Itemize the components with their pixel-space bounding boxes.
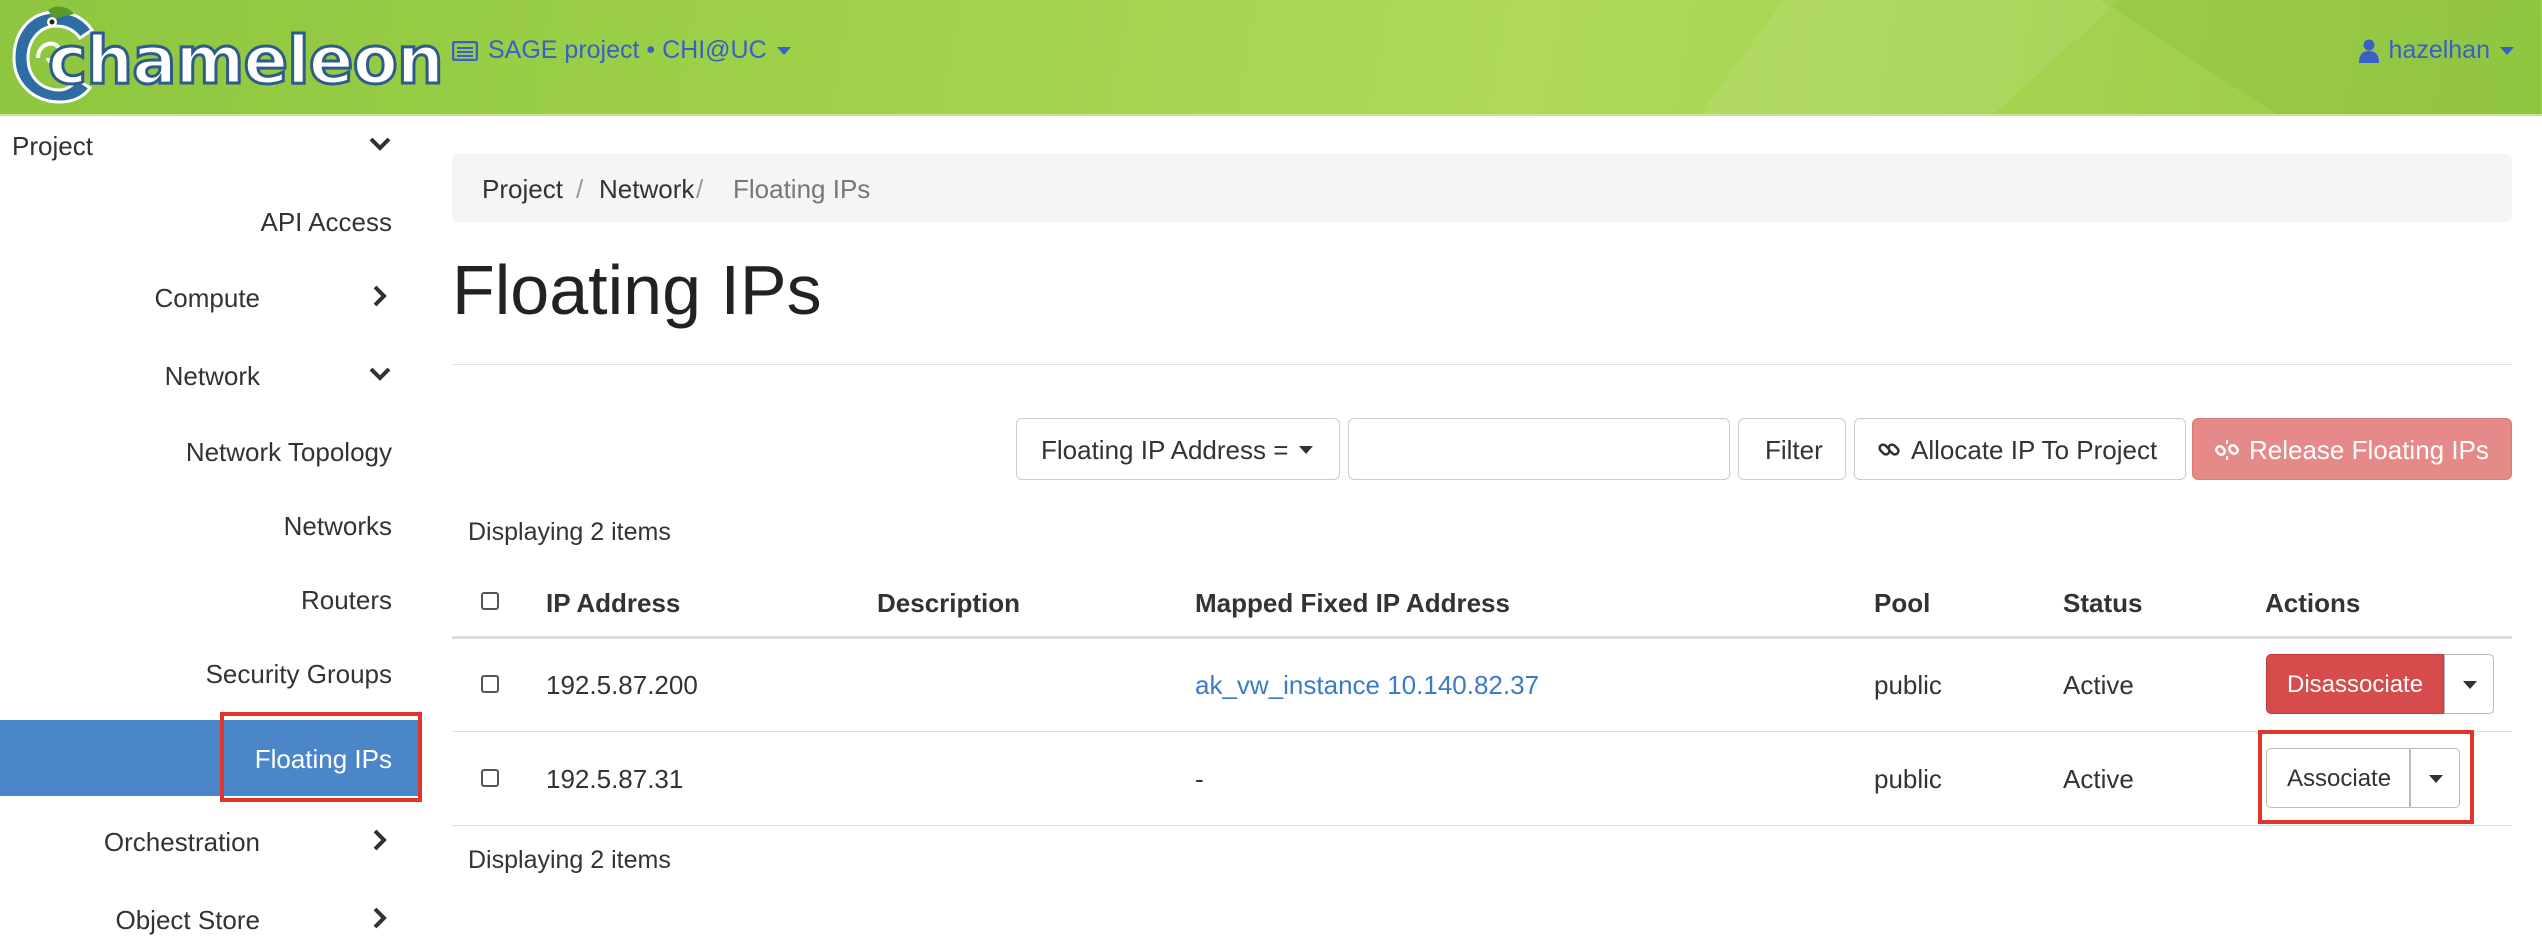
caret-down-icon	[776, 46, 791, 55]
column-header-status[interactable]: Status	[2063, 588, 2142, 619]
user-menu[interactable]: hazelhan	[2358, 36, 2514, 65]
filter-button-label: Filter	[1765, 435, 1823, 465]
column-header-actions: Actions	[2265, 588, 2361, 618]
ip-address-cell: 192.5.87.200	[546, 670, 698, 700]
highlight-box-floating-ips	[220, 712, 422, 802]
row-checkbox[interactable]	[481, 675, 499, 693]
pool-cell: public	[1874, 670, 1942, 700]
unlink-icon	[2215, 440, 2239, 460]
sidebar-item-label: Routers	[300, 585, 392, 615]
items-count-bottom: Displaying 2 items	[468, 846, 671, 874]
highlight-box-associate	[2258, 730, 2474, 824]
allocate-ip-label: Allocate IP To Project	[1911, 435, 2158, 465]
sidebar-item-routers[interactable]: Routers	[0, 570, 422, 628]
chevron-right-icon	[373, 829, 387, 851]
status-cell: Active	[2063, 764, 2134, 794]
chevron-right-icon	[373, 285, 387, 307]
breadcrumb-separator: /	[576, 174, 584, 204]
caret-down-icon	[2463, 681, 2477, 689]
disassociate-button[interactable]: Disassociate	[2266, 654, 2444, 714]
top-navbar: chameleon SAGE project • CHI@UC hazelhan	[0, 0, 2542, 116]
sidebar-item-label: Object Store	[115, 905, 260, 935]
breadcrumb-item-project[interactable]: Project	[482, 174, 563, 205]
logo-wordmark: chameleon	[47, 21, 446, 101]
sidebar-item-label: Network	[164, 361, 260, 391]
sidebar-item-label: Compute	[154, 283, 261, 313]
column-header-description[interactable]: Description	[877, 588, 1020, 619]
caret-down-icon	[1299, 446, 1313, 454]
sidebar-item-network-topology[interactable]: Network Topology	[0, 422, 422, 480]
title-divider	[452, 364, 2512, 365]
project-selector-label: SAGE project • CHI@UC	[488, 36, 767, 64]
breadcrumb-item-network[interactable]: Network	[599, 174, 694, 205]
sidebar-item-object-store[interactable]: Object Store	[0, 890, 422, 948]
column-header-pool[interactable]: Pool	[1874, 588, 1930, 619]
chevron-right-icon	[373, 907, 387, 929]
row-checkbox[interactable]	[481, 769, 499, 787]
mapped-ip-cell: -	[1195, 764, 1204, 794]
filter-input[interactable]	[1348, 418, 1730, 480]
filter-field-label: Floating IP Address =	[1041, 435, 1289, 465]
release-floating-ips-button[interactable]: Release Floating IPs	[2192, 418, 2512, 480]
caret-down-icon	[2500, 46, 2514, 55]
ip-address-cell: 192.5.87.31	[546, 764, 684, 794]
sidebar-item-network[interactable]: Network	[0, 346, 422, 404]
table-row: 192.5.87.200 ak_vw_instance 10.140.82.37…	[452, 638, 2512, 732]
chevron-down-icon	[369, 137, 391, 151]
release-floating-ips-label: Release Floating IPs	[2249, 435, 2489, 465]
column-header-ip-address[interactable]: IP Address	[546, 588, 680, 619]
sidebar-item-security-groups[interactable]: Security Groups	[0, 644, 422, 702]
link-icon	[1878, 443, 1900, 456]
table-row: 192.5.87.31 - public Active Associate	[452, 732, 2512, 826]
pool-cell: public	[1874, 764, 1942, 794]
chevron-down-icon	[369, 367, 391, 381]
sidebar-item-compute[interactable]: Compute	[0, 268, 422, 326]
breadcrumb: Project / Network / Floating IPs	[452, 154, 2512, 222]
sidebar-item-label: Orchestration	[103, 827, 260, 857]
user-icon	[2358, 39, 2379, 63]
row-actions-dropdown[interactable]	[2444, 654, 2494, 714]
select-all-checkbox[interactable]	[481, 592, 499, 610]
status-cell: Active	[2063, 670, 2134, 700]
sidebar-item-label: Security Groups	[205, 659, 392, 689]
page-title: Floating IPs	[452, 251, 822, 329]
username: hazelhan	[2388, 36, 2490, 64]
disassociate-label: Disassociate	[2287, 671, 2424, 698]
items-count-top: Displaying 2 items	[468, 518, 671, 546]
filter-field-select[interactable]: Floating IP Address =	[1016, 418, 1340, 480]
project-selector[interactable]: SAGE project • CHI@UC	[452, 36, 791, 65]
sidebar-item-label: API Access	[260, 207, 393, 237]
breadcrumb-separator: /	[696, 174, 704, 204]
table-header: IP Address Description Mapped Fixed IP A…	[452, 572, 2512, 639]
sidebar-item-label: Project	[12, 131, 93, 161]
sidebar-item-project[interactable]: Project	[0, 116, 422, 174]
chameleon-logo[interactable]: chameleon	[8, 4, 445, 108]
breadcrumb-item-current: Floating IPs	[733, 174, 871, 204]
column-header-mapped-ip[interactable]: Mapped Fixed IP Address	[1195, 588, 1510, 619]
sidebar-item-orchestration[interactable]: Orchestration	[0, 812, 422, 870]
sidebar-item-api-access[interactable]: API Access	[0, 192, 422, 250]
sidebar-item-label: Network Topology	[185, 437, 392, 467]
header-decoration	[1700, 0, 2120, 114]
filter-button[interactable]: Filter	[1738, 418, 1846, 480]
project-list-icon	[452, 40, 478, 61]
sidebar-item-networks[interactable]: Networks	[0, 496, 422, 554]
mapped-ip-link[interactable]: ak_vw_instance 10.140.82.37	[1195, 670, 1539, 701]
allocate-ip-button[interactable]: Allocate IP To Project	[1854, 418, 2186, 480]
sidebar-item-label: Networks	[283, 511, 392, 541]
